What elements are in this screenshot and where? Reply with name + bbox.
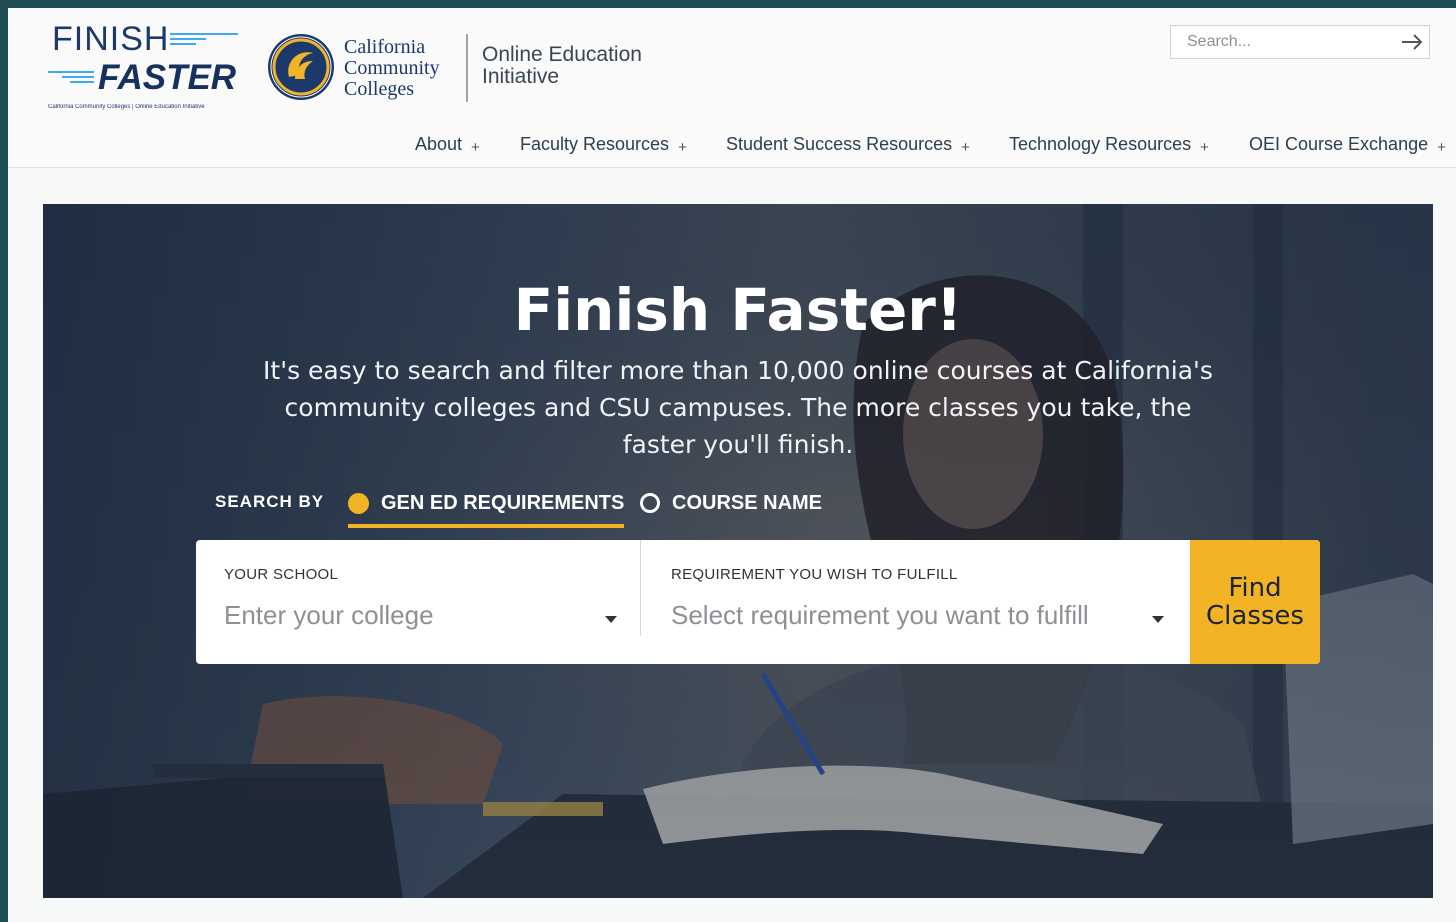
logo-faster-text: FASTER [98, 58, 237, 97]
nav-item-faculty-resources[interactable]: Faculty Resources + [520, 130, 687, 158]
oei-wordmark: Online Education Initiative [482, 44, 642, 88]
chevron-down-icon[interactable] [605, 616, 617, 623]
school-field-label: YOUR SCHOOL [224, 566, 339, 583]
ccc-line: Colleges [344, 78, 414, 100]
speed-lines-icon [48, 71, 94, 83]
course-search-form: YOUR SCHOOL REQUIREMENT YOU WISH TO FULF… [196, 540, 1320, 664]
nav-item-label: OEI Course Exchange [1249, 133, 1429, 154]
nav-item-about[interactable]: About + [415, 130, 480, 158]
site-header: FINISH FASTER California Community Colle… [8, 8, 1456, 168]
plus-icon: + [678, 138, 687, 156]
arrow-right-icon [1401, 34, 1422, 50]
nav-item-label: Technology Resources [1009, 133, 1192, 154]
hero-title: Finish Faster! [513, 276, 963, 344]
finish-faster-logo[interactable]: FINISH FASTER California Community Colle… [48, 20, 238, 112]
search-by-label: SEARCH BY [215, 492, 325, 511]
ccc-line: California [344, 36, 426, 58]
plus-icon: + [1437, 138, 1446, 156]
school-input[interactable] [224, 600, 584, 631]
requirement-field[interactable]: REQUIREMENT YOU WISH TO FULFILL [643, 540, 1190, 664]
requirement-field-label: REQUIREMENT YOU WISH TO FULFILL [671, 566, 958, 583]
page: FINISH FASTER California Community Colle… [8, 8, 1456, 922]
plus-icon: + [471, 138, 480, 156]
nav-item-technology-resources[interactable]: Technology Resources + [1009, 130, 1209, 158]
field-divider [640, 540, 641, 636]
radio-gen-ed-requirements[interactable]: GEN ED REQUIREMENTS [348, 486, 625, 528]
ccc-wordmark: California Community Colleges [344, 37, 440, 100]
chevron-down-icon[interactable] [1152, 616, 1164, 623]
radio-unselected-icon [640, 493, 660, 513]
radio-selected-icon [348, 492, 369, 514]
search-submit-button[interactable] [1394, 26, 1429, 58]
nav-item-student-success-resources[interactable]: Student Success Resources + [726, 130, 970, 158]
search-by-toggle: SEARCH BY GEN ED REQUIREMENTS COURSE NAM… [215, 486, 915, 528]
plus-icon: + [961, 138, 970, 156]
requirement-select[interactable] [671, 600, 1141, 631]
nav-item-label: Faculty Resources [520, 133, 670, 154]
find-classes-button[interactable]: Find Classes [1190, 540, 1320, 664]
radio-label: COURSE NAME [672, 491, 823, 514]
selected-underline [348, 524, 625, 528]
nav-item-label: About [415, 133, 463, 154]
plus-icon: + [1200, 138, 1209, 156]
speed-lines-icon [170, 33, 238, 45]
hero-banner: Finish Faster! It's easy to search and f… [43, 204, 1433, 898]
search-input[interactable] [1171, 33, 1394, 51]
nav-item-label: Student Success Resources [726, 133, 953, 154]
radio-course-name[interactable]: COURSE NAME [640, 486, 822, 520]
hero-subtitle: It's easy to search and filter more than… [263, 356, 1213, 459]
ccc-line: Community [344, 57, 440, 79]
logo-divider [466, 34, 468, 102]
radio-label: GEN ED REQUIREMENTS [381, 491, 625, 514]
site-search [1170, 25, 1430, 59]
school-field[interactable]: YOUR SCHOOL [196, 540, 640, 664]
main-nav: About + Faculty Resources + Student Succ… [8, 130, 1456, 160]
nav-item-oei-course-exchange[interactable]: OEI Course Exchange + [1249, 130, 1446, 158]
oei-line: Initiative [482, 65, 560, 88]
logo-tagline: California Community Colleges | Online E… [48, 104, 205, 110]
ccc-seal-icon[interactable] [267, 33, 335, 101]
logo-finish-text: FINISH [52, 20, 170, 58]
oei-line: Online Education [482, 43, 642, 66]
